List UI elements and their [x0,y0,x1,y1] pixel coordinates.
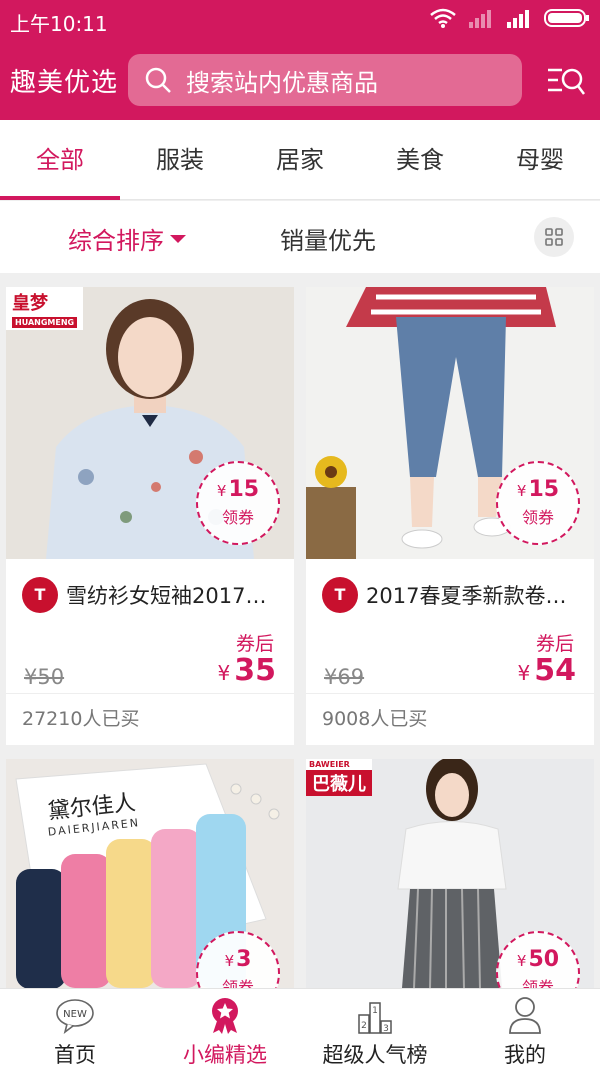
sort-comprehensive-label: 综合排序 [68,227,164,255]
status-time: 上午10:11 [10,12,108,36]
nav-editor-picks-label: 小编精选 [183,1043,267,1067]
coupon-label: 领券 [521,508,554,527]
battery-icon [544,9,589,27]
bottom-navigation: NEW 首页 小编精选 213 超级人气榜 我的 [0,988,600,1067]
coupon-badge[interactable]: ¥15 领券 [496,461,580,545]
final-price: ¥54 [518,653,576,688]
sort-comprehensive-button[interactable]: 综合排序 [68,221,186,256]
status-bar: 上午10:11 [0,0,600,40]
product-image[interactable]: ¥15 领券 [306,287,594,559]
original-price: ¥69 [324,665,365,689]
nav-editor-picks[interactable]: 小编精选 [150,989,300,1067]
product-title-row: T 雪纺衫女短袖2017… [22,577,284,613]
new-badge-text: NEW [63,1009,87,1020]
tab-home[interactable]: 居家 [240,120,360,200]
product-title[interactable]: 2017春夏季新款卷… [366,580,566,610]
grid-icon [545,228,563,246]
sold-count: 9008人已买 [306,693,594,745]
wifi-icon [430,8,456,28]
coupon-badge[interactable]: ¥15 领券 [196,461,280,545]
product-card[interactable]: BAWEIER 巴薇儿 ¥50 领券 [306,759,594,988]
package-brand-text: 黛尔佳人 DAIERJIAREN [44,784,141,838]
product-card[interactable]: 黛尔佳人 DAIERJIAREN ¥3 领券 [6,759,294,988]
sort-bar: 综合排序 销量优先 [0,201,600,273]
svg-text:3: 3 [383,1024,389,1034]
category-tabs: 全部 服装 居家 美食 母婴 [0,120,600,200]
coupon-amount: ¥15 [498,477,578,502]
price-currency: ¥ [517,661,531,685]
product-card[interactable]: ¥15 领券 T 2017春夏季新款卷… 券后 ¥69 ¥54 9008人已买 [306,287,594,745]
tab-all[interactable]: 全部 [0,120,120,200]
price-value: 54 [534,653,576,688]
coupon-amount: ¥3 [198,947,278,972]
original-price: ¥50 [24,665,65,689]
app-header: 趣美优选 搜索站内优惠商品 [0,40,600,120]
nav-popularity-label: 超级人气榜 [322,1043,428,1067]
product-card[interactable]: 皇梦 HUANGMENG ¥15 领券 T 雪纺衫女短袖2017… 券后 ¥50… [6,287,294,745]
tab-clothing[interactable]: 服装 [120,120,240,200]
brand-tag-subtitle: HUANGMENG [12,317,78,328]
coupon-amount: ¥15 [198,477,278,502]
search-bar[interactable]: 搜索站内优惠商品 [128,54,522,106]
coupon-value: 50 [528,947,560,972]
product-image[interactable]: 皇梦 HUANGMENG ¥15 领券 [6,287,294,559]
user-icon [509,997,541,1034]
search-icon [145,67,171,93]
filter-search-icon[interactable] [546,64,586,98]
coupon-amount: ¥50 [498,947,578,972]
store-logo-icon: T [22,577,58,613]
coupon-value: 15 [528,477,560,502]
coupon-label: 领券 [221,508,254,527]
coupon-currency: ¥ [516,482,527,500]
price-currency: ¥ [217,661,231,685]
after-coupon-label: 券后 [235,633,274,655]
tab-baby[interactable]: 母婴 [480,120,600,200]
search-placeholder: 搜索站内优惠商品 [186,68,378,97]
signal-weak-icon [469,10,491,28]
podium-icon: 213 [358,1002,392,1034]
product-title-row: T 2017春夏季新款卷… [322,577,584,613]
brand-tag-name: 巴薇儿 [312,774,366,795]
price-value: 35 [234,653,276,688]
star-medal-icon [212,998,238,1034]
status-icons [430,8,590,28]
svg-text:1: 1 [372,1006,378,1016]
sort-sales-button[interactable]: 销量优先 [280,221,376,256]
store-logo-icon: T [322,577,358,613]
nav-profile-label: 我的 [504,1043,546,1067]
nav-home[interactable]: NEW 首页 [0,989,150,1067]
brand-tag-subtitle: BAWEIER [306,759,372,770]
signal-icon [507,10,529,28]
after-coupon-label: 券后 [535,633,574,655]
brand-tag-name: 皇梦 [12,293,48,314]
product-title[interactable]: 雪纺衫女短袖2017… [66,580,266,610]
sold-count: 27210人已买 [6,693,294,745]
coupon-currency: ¥ [516,952,527,970]
coupon-currency: ¥ [224,952,235,970]
brand-tag: BAWEIER 巴薇儿 [306,759,372,796]
svg-text:2: 2 [361,1021,367,1031]
coupon-value: 15 [228,477,260,502]
final-price: ¥35 [218,653,276,688]
nav-popularity[interactable]: 213 超级人气榜 [300,989,450,1067]
app-brand: 趣美优选 [10,68,119,98]
tab-food[interactable]: 美食 [360,120,480,200]
nav-home-label: 首页 [54,1043,96,1067]
nav-profile[interactable]: 我的 [450,989,600,1067]
product-image[interactable]: BAWEIER 巴薇儿 ¥50 领券 [306,759,594,988]
caret-down-icon [170,234,186,243]
new-badge-icon: NEW [56,999,94,1034]
grid-view-toggle[interactable] [534,217,574,257]
coupon-label: 领券 [221,978,254,988]
coupon-value: 3 [236,947,252,972]
product-image[interactable]: 黛尔佳人 DAIERJIAREN ¥3 领券 [6,759,294,988]
coupon-currency: ¥ [216,482,227,500]
brand-tag: 皇梦 HUANGMENG [6,287,84,330]
coupon-label: 领券 [521,978,554,988]
